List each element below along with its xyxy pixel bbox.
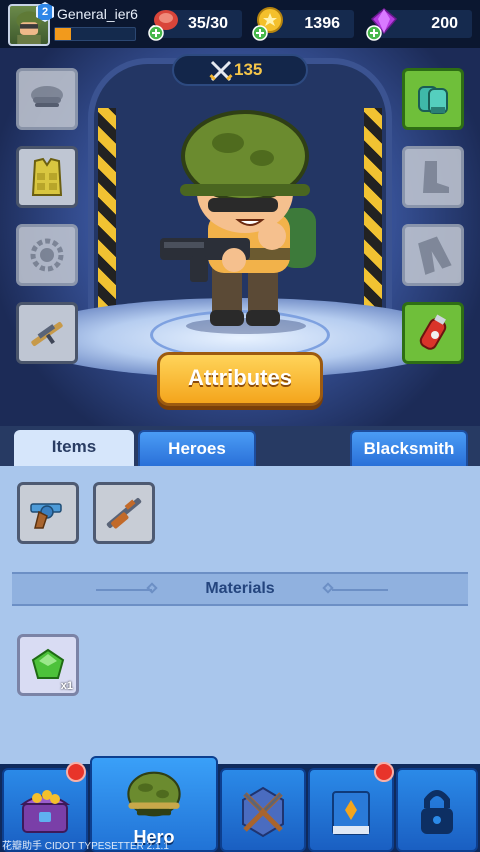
inventory-item-shotgun[interactable] bbox=[93, 482, 155, 544]
attributes-button[interactable]: Attributes bbox=[157, 352, 323, 406]
meat-energy-icon[interactable] bbox=[146, 5, 182, 41]
materials-title: Materials bbox=[205, 580, 275, 597]
grenade-icon bbox=[419, 314, 447, 350]
hero-power-value: 135 bbox=[234, 60, 263, 79]
boots-icon bbox=[423, 161, 449, 193]
tab-blacksmith[interactable]: Blacksmith bbox=[350, 430, 468, 466]
hat-icon bbox=[31, 86, 63, 107]
hero-power-display: 135 bbox=[172, 54, 308, 86]
slot-head[interactable] bbox=[16, 68, 78, 130]
inventory-tabs: Items Heroes Blacksmith bbox=[0, 426, 480, 466]
slot-gloves[interactable] bbox=[402, 68, 464, 130]
hero-scene: 135 Attributes bbox=[0, 48, 480, 426]
slot-grenade[interactable] bbox=[402, 302, 464, 364]
shotgun-icon bbox=[106, 498, 142, 529]
gear-badge-icon bbox=[30, 238, 64, 272]
gloves-icon bbox=[418, 86, 448, 114]
crossed-swords-icon bbox=[209, 60, 233, 82]
notification-dot-shop bbox=[66, 762, 86, 782]
slot-pants[interactable] bbox=[402, 224, 464, 286]
gold-coin-icon[interactable] bbox=[250, 5, 286, 41]
player-username: General_ier6 bbox=[57, 6, 138, 22]
tab-items[interactable]: Items bbox=[14, 430, 134, 466]
hazard-stripe-left bbox=[98, 108, 116, 338]
inventory-item-revolver[interactable] bbox=[17, 482, 79, 544]
tab-heroes[interactable]: Heroes bbox=[138, 430, 256, 466]
notification-dot-talents bbox=[374, 762, 394, 782]
slot-boots[interactable] bbox=[402, 146, 464, 208]
xp-bar-fill bbox=[55, 28, 71, 40]
army-helmet-icon bbox=[127, 771, 181, 817]
soldier-hero-icon[interactable] bbox=[150, 98, 340, 338]
slot-badge[interactable] bbox=[16, 224, 78, 286]
materials-deco-line-right bbox=[332, 589, 388, 591]
rifle-icon bbox=[31, 322, 63, 346]
slot-weapon[interactable] bbox=[16, 302, 78, 364]
nav-battle[interactable] bbox=[220, 768, 306, 852]
pants-icon bbox=[418, 236, 452, 275]
nav-talents[interactable] bbox=[308, 762, 394, 852]
xp-bar bbox=[54, 27, 136, 41]
slot-armor[interactable] bbox=[16, 146, 78, 208]
revolver-icon bbox=[30, 503, 62, 529]
watermark-text: 花瓣助手 CIDOT TYPESETTER 2.1.1 bbox=[2, 841, 169, 852]
top-bar: 2 General_ier6 35/30 1396 200 bbox=[0, 0, 480, 48]
nav-locked[interactable] bbox=[396, 768, 478, 852]
lock-icon bbox=[421, 790, 453, 834]
crossed-rifles-icon bbox=[242, 786, 284, 838]
material-quantity: x1 bbox=[60, 680, 73, 692]
treasure-chest-icon bbox=[19, 790, 71, 833]
book-icon bbox=[332, 791, 370, 835]
material-item-green-gem[interactable]: x1 bbox=[17, 634, 79, 696]
vest-icon bbox=[31, 157, 63, 196]
purple-gem-icon[interactable] bbox=[364, 5, 400, 41]
hazard-stripe-right bbox=[364, 108, 382, 338]
materials-section-header: Materials bbox=[12, 572, 468, 606]
bottom-navigation: Hero 花瓣助手 CIDOT TYPESETTER 2.1.1 bbox=[0, 756, 480, 852]
inventory-panel: Materials x1 bbox=[0, 466, 480, 764]
